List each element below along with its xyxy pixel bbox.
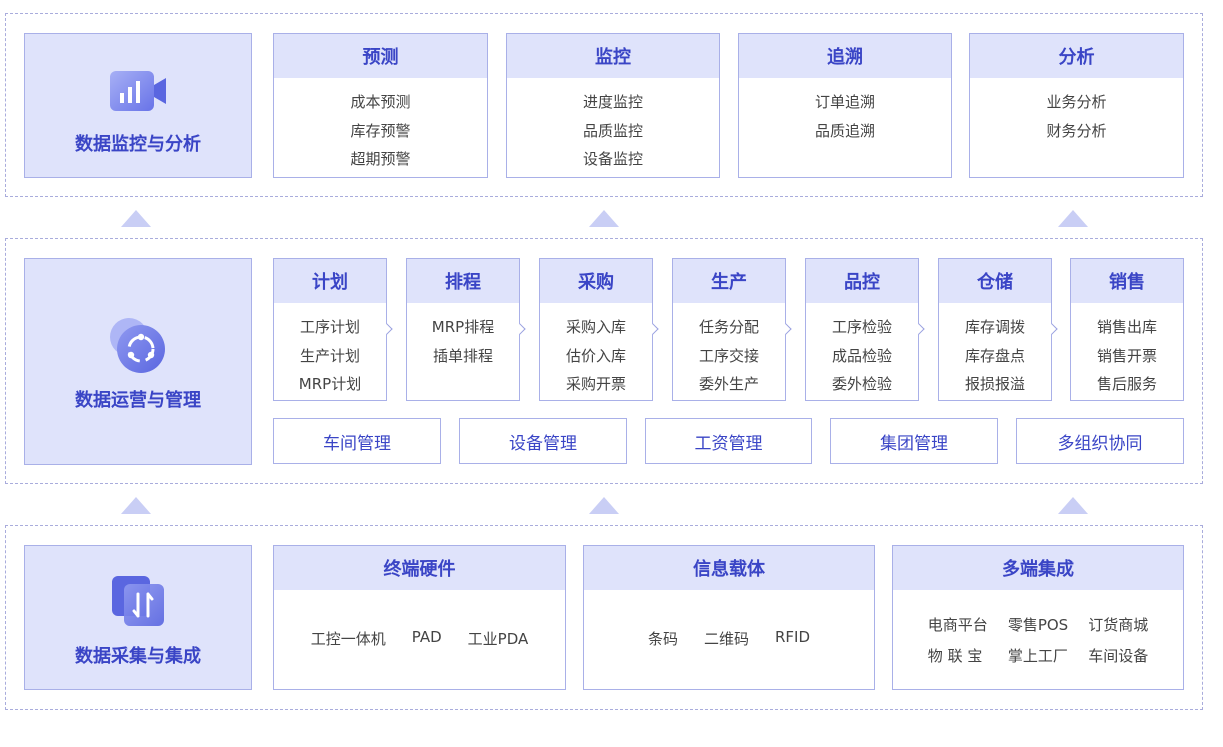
card-title: 监控 [507,34,719,78]
card-item: 掌上工厂 [1007,647,1068,665]
card-item: 订货商城 [1088,616,1149,634]
arrow-up-icon [1058,497,1088,514]
card-item: 物 联 宝 [927,647,983,665]
card-sales: 销售 销售出库 销售开票 售后服务 [1070,258,1184,401]
card-trace: 追溯 订单追溯 品质追溯 [738,33,952,178]
card-item: 采购入库 [565,318,626,336]
card-item: 工序检验 [831,318,892,336]
card-item: MRP排程 [431,318,495,336]
card-item: 工序交接 [698,346,759,365]
card-item: RFID [775,628,811,646]
card-item: 成本预测 [350,93,411,111]
arrow-up-icon [1058,210,1088,227]
card-title: 采购 [540,259,652,303]
monitoring-panel: 数据监控与分析 [24,33,252,178]
card-title: 排程 [407,259,519,303]
card-title: 预测 [274,34,487,78]
card-item: PAD [411,628,442,646]
card-item: 工业PDA [467,630,529,648]
arrow-up-icon [121,497,151,514]
card-item: 订单追溯 [814,93,875,111]
card-item: 插单排程 [432,346,493,365]
card-item: 销售出库 [1096,318,1157,336]
card-title: 销售 [1071,259,1183,303]
card-item: 成品检验 [831,346,892,365]
card-title: 追溯 [739,34,951,78]
card-title: 计划 [274,259,386,303]
card-item: 估价入库 [565,346,626,365]
card-item: 车间设备 [1088,647,1149,665]
card-integration: 多端集成 电商平台 零售POS 订货商城 物 联 宝 掌上工厂 车间设备 [892,545,1184,690]
card-item: 采购开票 [565,375,626,393]
share-network-icon [110,318,165,373]
card-item: 品质监控 [582,121,643,140]
collection-title: 数据采集与集成 [75,646,201,667]
card-item: 委外检验 [831,375,892,393]
mgmt-payroll: 工资管理 [645,418,812,464]
card-item: 生产计划 [299,346,360,365]
card-schedule: 排程 MRP排程 插单排程 [406,258,520,401]
card-purchase: 采购 采购入库 估价入库 采购开票 [539,258,653,401]
card-title: 分析 [970,34,1183,78]
card-item: 财务分析 [1046,121,1107,140]
card-item: 条码 [647,630,678,648]
operations-panel: 数据运营与管理 [24,258,252,465]
operations-title: 数据运营与管理 [75,390,201,411]
card-title: 仓储 [939,259,1051,303]
card-item: 进度监控 [582,93,643,111]
card-item: 库存调拨 [964,318,1025,336]
card-title: 信息载体 [584,546,874,590]
card-item: 超期预警 [350,150,411,168]
card-item: 报损报溢 [964,375,1025,393]
card-item: MRP计划 [298,375,362,393]
card-title: 生产 [673,259,785,303]
card-item: 电商平台 [927,616,988,634]
card-item: 二维码 [703,630,749,648]
monitoring-title: 数据监控与分析 [75,134,201,155]
card-forecast: 预测 成本预测 库存预警 超期预警 [273,33,488,178]
card-item: 工控一体机 [310,630,386,648]
card-title: 多端集成 [893,546,1183,590]
card-monitor: 监控 进度监控 品质监控 设备监控 [506,33,720,178]
card-item: 库存预警 [350,121,411,140]
mgmt-workshop: 车间管理 [273,418,441,464]
card-item: 零售POS [1007,616,1069,634]
card-analysis: 分析 业务分析 财务分析 [969,33,1184,178]
card-item: 任务分配 [698,318,759,336]
mgmt-equipment: 设备管理 [459,418,627,464]
collection-panel: 数据采集与集成 [24,545,252,690]
card-plan: 计划 工序计划 生产计划 MRP计划 [273,258,387,401]
card-warehouse: 仓储 库存调拨 库存盘点 报损报溢 [938,258,1052,401]
card-title: 品控 [806,259,918,303]
arrow-up-icon [121,210,151,227]
card-item: 售后服务 [1096,375,1157,393]
sync-arrows-icon [112,576,164,626]
card-item: 销售开票 [1096,346,1157,365]
arrow-up-icon [589,497,619,514]
card-info-carrier: 信息载体 条码 二维码 RFID [583,545,875,690]
card-item: 委外生产 [698,375,759,393]
video-chart-icon [110,71,166,111]
card-item: 库存盘点 [964,346,1025,365]
mgmt-group: 集团管理 [830,418,998,464]
card-item: 业务分析 [1046,93,1107,111]
card-item: 设备监控 [582,150,643,168]
arrow-up-icon [589,210,619,227]
card-production: 生产 任务分配 工序交接 委外生产 [672,258,786,401]
card-quality: 品控 工序检验 成品检验 委外检验 [805,258,919,401]
mgmt-multi-org: 多组织协同 [1016,418,1184,464]
card-title: 终端硬件 [274,546,565,590]
card-item: 工序计划 [299,318,360,336]
card-item: 品质追溯 [814,121,875,140]
card-hardware: 终端硬件 工控一体机 PAD 工业PDA [273,545,566,690]
